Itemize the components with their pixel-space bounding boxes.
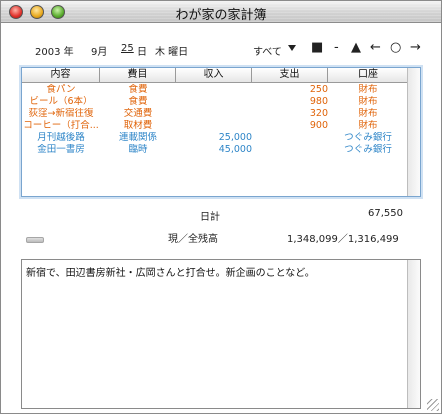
table-row[interactable]: 荻窪→新宿往復 交通費 320 財布 <box>22 108 408 120</box>
cell-category: 臨時 <box>128 144 148 155</box>
cell-category: 食費 <box>128 84 148 95</box>
cell-account: 財布 <box>358 108 378 119</box>
circle-button[interactable]: ○ <box>390 41 401 55</box>
date-weekday: 木 曜日 <box>155 47 189 58</box>
resize-grip-icon[interactable] <box>427 399 439 411</box>
cell-content: ビール（6本） <box>29 96 93 107</box>
window-title: わが家の家計簿 <box>175 8 267 23</box>
cell-category: 交通費 <box>123 108 153 119</box>
square-button[interactable]: ■ <box>311 41 323 55</box>
arrow-right-button[interactable]: → <box>410 41 421 55</box>
cell-account: 財布 <box>358 120 378 131</box>
table-scrollbar[interactable] <box>407 68 420 196</box>
triangle-down-icon[interactable] <box>288 45 296 51</box>
column-header-expense[interactable]: 支出 <box>252 68 328 83</box>
table-row[interactable]: コーヒー（打合... 取材費 900 財布 <box>22 120 408 132</box>
memo-text[interactable]: 新宿で、田辺書房新社・広岡さんと打合せ。新企画のことなど。 <box>26 264 315 279</box>
triangle-up-button[interactable]: ▲ <box>351 41 361 55</box>
split-handle[interactable] <box>26 237 44 243</box>
table-row[interactable]: 月刊越後路 連載関係 25,000 つぐみ銀行 <box>22 132 408 144</box>
table-row[interactable]: ビール（6本） 食費 980 財布 <box>22 96 408 108</box>
cell-account: つぐみ銀行 <box>344 144 392 155</box>
table-header: 内容 費目 収入 支出 口座 <box>22 68 408 83</box>
cell-category: 食費 <box>128 96 148 107</box>
cell-content: 荻窪→新宿往復 <box>28 108 94 119</box>
table-body: 食パン 食費 250 財布 ビール（6本） 食費 980 財布 荻窪→新宿往復 … <box>22 84 408 156</box>
date-year[interactable]: 2003 年 <box>35 43 74 58</box>
app-window: わが家の家計簿 2003 年 9月 25 日 木 曜日 すべて ■ - ▲ ← … <box>0 0 442 414</box>
cell-content: コーヒー（打合... <box>23 120 99 131</box>
memo-scrollbar[interactable] <box>407 260 420 408</box>
table-row[interactable]: 金田一書房 臨時 45,000 つぐみ銀行 <box>22 144 408 156</box>
dash-button[interactable]: - <box>334 41 339 55</box>
cell-content: 食パン <box>46 84 76 95</box>
cell-expense: 250 <box>309 84 328 95</box>
cell-category: 連載関係 <box>118 132 157 143</box>
cell-expense: 320 <box>309 108 328 119</box>
cell-expense: 900 <box>309 120 328 131</box>
date-day[interactable]: 25 <box>121 43 134 54</box>
column-header-category[interactable]: 費目 <box>100 68 176 83</box>
cell-income: 25,000 <box>218 132 252 143</box>
cell-income: 45,000 <box>218 144 252 155</box>
memo-textarea[interactable]: 新宿で、田辺書房新社・広岡さんと打合せ。新企画のことなど。 <box>21 259 421 409</box>
cell-content: 月刊越後路 <box>37 132 85 143</box>
column-header-income[interactable]: 収入 <box>176 68 252 83</box>
daily-total-value: 67,550 <box>368 208 403 219</box>
column-header-account[interactable]: 口座 <box>328 68 408 83</box>
date-day-label: 日 <box>137 47 147 58</box>
balance-label: 現／全残高 <box>168 234 218 245</box>
date-month[interactable]: 9月 <box>91 43 107 58</box>
balance-value: 1,348,099／1,316,499 <box>287 234 399 245</box>
entries-table: 内容 費目 収入 支出 口座 食パン 食費 250 財布 ビール（6本） 食費 … <box>21 67 421 197</box>
cell-account: 財布 <box>358 96 378 107</box>
cell-account: つぐみ銀行 <box>344 132 392 143</box>
arrow-left-button[interactable]: ← <box>370 41 381 55</box>
cell-expense: 980 <box>309 96 328 107</box>
daily-total-label: 日計 <box>200 212 220 223</box>
cell-account: 財布 <box>358 84 378 95</box>
title-bar[interactable]: わが家の家計簿 <box>1 1 441 23</box>
cell-category: 取材費 <box>123 120 153 131</box>
table-row[interactable]: 食パン 食費 250 財布 <box>22 84 408 96</box>
column-header-content[interactable]: 内容 <box>22 68 100 83</box>
cell-content: 金田一書房 <box>37 144 85 155</box>
filter-select[interactable]: すべて <box>253 43 282 58</box>
